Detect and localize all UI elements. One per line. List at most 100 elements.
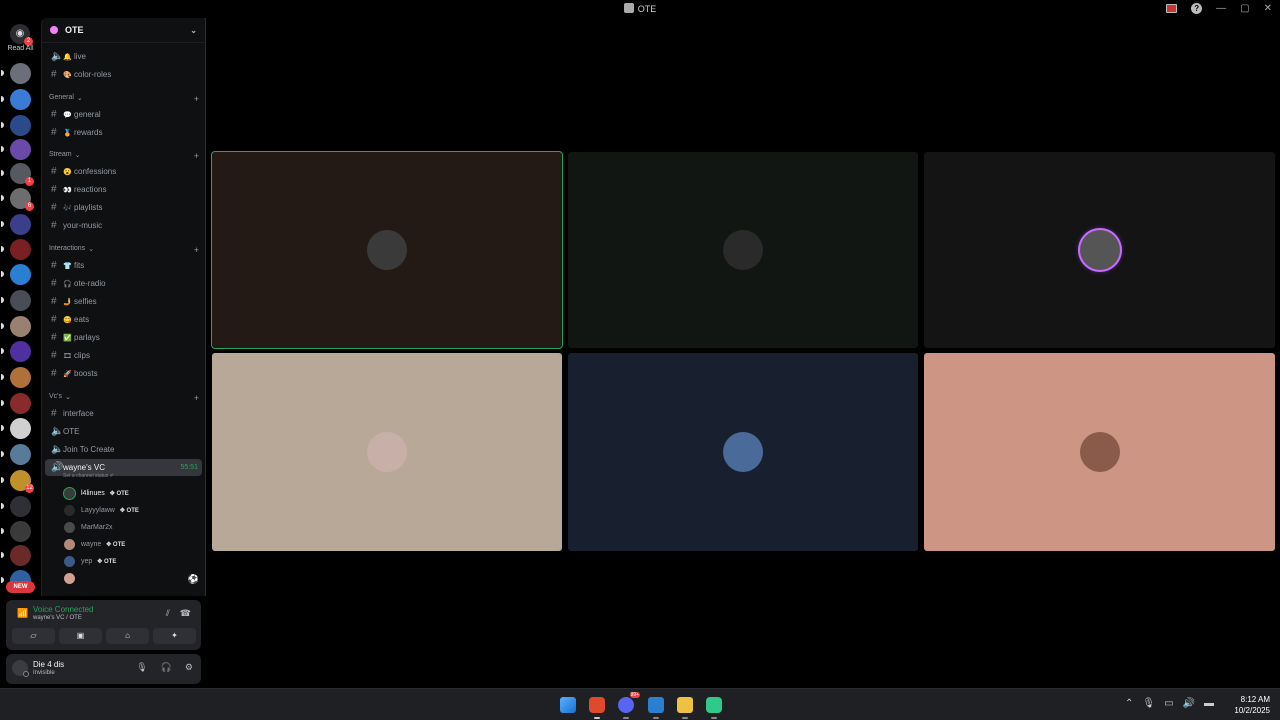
- participant-tile[interactable]: [212, 353, 562, 551]
- server-icon[interactable]: [1, 418, 31, 439]
- server-icon[interactable]: [1, 545, 31, 566]
- channel-clips[interactable]: # 🎞 clips: [45, 347, 202, 364]
- voice-status[interactable]: Voice Connected: [33, 605, 94, 614]
- create-channel-icon[interactable]: +: [194, 245, 199, 255]
- battery-icon[interactable]: ▬: [1204, 698, 1214, 709]
- chevron-up-icon[interactable]: ⌃: [1125, 698, 1133, 709]
- voice-user[interactable]: wayne ✥ OTE: [64, 537, 125, 551]
- channel-parlays[interactable]: # ✅ parlays: [45, 329, 202, 346]
- channel-eats[interactable]: # 😋 eats: [45, 311, 202, 328]
- chat-app-icon[interactable]: [706, 697, 722, 713]
- participant-tile[interactable]: [211, 151, 563, 349]
- channel-join-to-create[interactable]: 🔈 Join To Create: [45, 441, 202, 458]
- channel-color-roles[interactable]: # 🎨 color-roles: [45, 66, 202, 83]
- channel-boosts[interactable]: # 🚀 boosts: [45, 365, 202, 382]
- voice-channel-path[interactable]: wayne's VC / OTE: [33, 615, 82, 621]
- participant-tile[interactable]: [924, 152, 1275, 348]
- read-all-button[interactable]: Read All: [0, 45, 41, 52]
- participant-tile[interactable]: [568, 152, 918, 348]
- channel-playlists[interactable]: # 🎶 playlists: [45, 199, 202, 216]
- channel-your-music[interactable]: # your-music: [45, 217, 202, 234]
- speaker-icon[interactable]: 🔊: [1183, 698, 1195, 709]
- disconnect-icon[interactable]: ☎: [180, 608, 191, 619]
- brave-browser-icon[interactable]: [589, 697, 605, 713]
- call-duration: 55:51: [180, 464, 198, 471]
- voice-user[interactable]: Layyylaww ✥ OTE: [64, 503, 139, 517]
- discord-taskbar-icon[interactable]: 99+: [618, 692, 640, 713]
- channel-rewards[interactable]: # 🏅 rewards: [45, 124, 202, 141]
- activity-icon[interactable]: ⚽: [188, 574, 199, 585]
- category-general[interactable]: General ⌄ +: [49, 94, 199, 104]
- new-badge[interactable]: NEW: [6, 581, 35, 593]
- create-channel-icon[interactable]: +: [194, 151, 199, 161]
- noise-suppression-icon[interactable]: ⫽: [166, 608, 170, 619]
- server-icon[interactable]: [1, 367, 31, 388]
- minimize-button[interactable]: —: [1216, 3, 1226, 14]
- server-icon[interactable]: 6: [1, 188, 34, 211]
- microphone-tray-icon[interactable]: 🎙: [1142, 698, 1155, 709]
- voice-user[interactable]: [64, 571, 81, 585]
- channel-sidebar: OTE ⌄ 🔈 🔔 live # 🎨 color-roles General ⌄ + # 💬 gene…: [41, 18, 206, 596]
- participant-tile[interactable]: [568, 353, 918, 551]
- server-icon[interactable]: [1, 496, 31, 517]
- voice-user[interactable]: yep ✥ OTE: [64, 554, 116, 568]
- voice-user[interactable]: MarMar2x: [64, 520, 113, 534]
- participant-tile[interactable]: [924, 353, 1275, 551]
- server-icon[interactable]: [1, 521, 31, 542]
- channel-live[interactable]: 🔈 🔔 live: [45, 48, 202, 65]
- create-channel-icon[interactable]: +: [194, 94, 199, 104]
- server-icon[interactable]: [1, 63, 31, 84]
- server-icon[interactable]: 1: [1, 163, 34, 186]
- voice-user[interactable]: l4linues ✥ OTE: [64, 486, 129, 500]
- channel-fits[interactable]: # 👕 fits: [45, 257, 202, 274]
- server-icon[interactable]: [1, 290, 31, 311]
- channel-confessions[interactable]: # 😮 confessions: [45, 163, 202, 180]
- close-button[interactable]: ✕: [1264, 3, 1272, 14]
- server-icon[interactable]: [1, 89, 31, 110]
- headphones-icon[interactable]: 🎧: [161, 662, 172, 673]
- remote-app-icon[interactable]: [648, 697, 664, 713]
- file-explorer-icon[interactable]: [677, 697, 693, 713]
- channel-reactions[interactable]: # 👀 reactions: [45, 181, 202, 198]
- windows-start-icon[interactable]: [560, 697, 576, 713]
- camera-button[interactable]: ▱: [12, 628, 55, 644]
- chevron-down-icon: ⌄: [190, 25, 197, 35]
- activities-button[interactable]: ⌂: [106, 628, 149, 644]
- server-icon[interactable]: [1, 444, 31, 465]
- category-vc-s[interactable]: Vc's ⌄ +: [49, 393, 199, 403]
- server-icon[interactable]: [1, 393, 31, 414]
- text-channel-icon: #: [51, 184, 57, 195]
- create-channel-icon[interactable]: +: [194, 393, 199, 403]
- category-interactions[interactable]: Interactions ⌄ +: [49, 245, 199, 255]
- home-button[interactable]: ◉ 2: [10, 24, 33, 46]
- microphone-icon[interactable]: 🎙: [136, 662, 147, 673]
- server-icon[interactable]: 12: [1, 470, 34, 493]
- server-tag: ✥ OTE: [109, 490, 129, 497]
- screen-share-button[interactable]: ▣: [59, 628, 102, 644]
- server-icon[interactable]: [1, 316, 31, 337]
- server-icon[interactable]: [1, 239, 31, 260]
- channel-general[interactable]: # 💬 general: [45, 106, 202, 123]
- server-icon[interactable]: [1, 115, 31, 136]
- server-icon[interactable]: [1, 341, 31, 362]
- channel-name: selfies: [74, 297, 97, 306]
- channel-ote-radio[interactable]: # 🎧 ote-radio: [45, 275, 202, 292]
- guild-header[interactable]: OTE ⌄: [42, 18, 205, 43]
- category-stream[interactable]: Stream ⌄ +: [49, 151, 199, 161]
- settings-gear-icon[interactable]: ⚙: [185, 662, 193, 673]
- set-channel-status[interactable]: Set a channel status ✐: [63, 473, 114, 479]
- channel-interface[interactable]: # interface: [45, 405, 202, 422]
- inbox-icon[interactable]: [1166, 4, 1178, 13]
- server-icon[interactable]: [1, 214, 31, 235]
- soundboard-button[interactable]: ✦: [153, 628, 196, 644]
- maximize-button[interactable]: ▢: [1240, 3, 1249, 14]
- server-icon[interactable]: [1, 139, 31, 160]
- server-icon[interactable]: [1, 264, 31, 285]
- username[interactable]: Die 4 dis: [33, 660, 64, 669]
- channel-selfies[interactable]: # 🤳 selfies: [45, 293, 202, 310]
- channel-ote[interactable]: 🔈 OTE: [45, 423, 202, 440]
- clock[interactable]: 8:12 AM 10/2/2025: [1234, 694, 1270, 716]
- display-icon[interactable]: ▭: [1164, 698, 1173, 709]
- help-icon[interactable]: ?: [1191, 3, 1203, 14]
- signal-icon[interactable]: 📶: [17, 608, 28, 619]
